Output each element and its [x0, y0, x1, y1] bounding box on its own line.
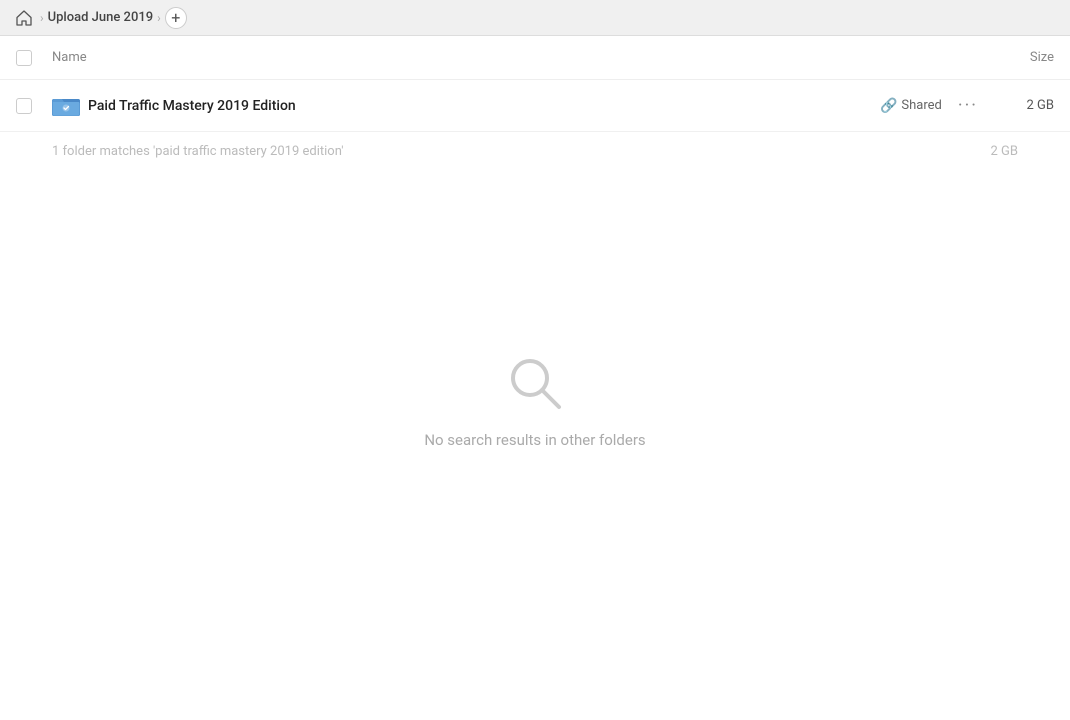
- empty-state: No search results in other folders: [0, 351, 1070, 449]
- table-header: Name Size: [0, 36, 1070, 80]
- add-button[interactable]: +: [165, 7, 187, 29]
- row-checkbox-col[interactable]: [16, 98, 52, 114]
- more-options-button[interactable]: ···: [958, 95, 978, 116]
- file-size: 2 GB: [994, 98, 1054, 113]
- breadcrumb-separator: ›: [40, 11, 44, 25]
- table-row[interactable]: Paid Traffic Mastery 2019 Edition 🔗 Shar…: [0, 80, 1070, 132]
- empty-message: No search results in other folders: [424, 431, 645, 449]
- name-column-header: Name: [52, 50, 974, 65]
- select-all-checkbox[interactable]: [16, 50, 32, 66]
- select-all-checkbox-col[interactable]: [16, 50, 52, 66]
- search-icon: [503, 351, 567, 415]
- folder-icon: [52, 94, 88, 118]
- match-info-size: 2 GB: [991, 144, 1019, 159]
- top-bar: › Upload June 2019 › +: [0, 0, 1070, 36]
- match-info-text: 1 folder matches 'paid traffic mastery 2…: [52, 144, 344, 159]
- shared-badge: 🔗 Shared: [880, 98, 942, 114]
- breadcrumb-separator-2: ›: [157, 11, 161, 25]
- match-info-row: 1 folder matches 'paid traffic mastery 2…: [0, 132, 1070, 171]
- row-checkbox[interactable]: [16, 98, 32, 114]
- main-content: Name Size Paid Traffic Mastery 2019 Edit…: [0, 36, 1070, 720]
- home-button[interactable]: [12, 6, 36, 30]
- shared-label: Shared: [901, 98, 941, 113]
- link-icon: 🔗: [880, 98, 897, 114]
- breadcrumb-label: Upload June 2019: [48, 10, 154, 25]
- size-column-header: Size: [974, 50, 1054, 65]
- file-name: Paid Traffic Mastery 2019 Edition: [88, 98, 880, 114]
